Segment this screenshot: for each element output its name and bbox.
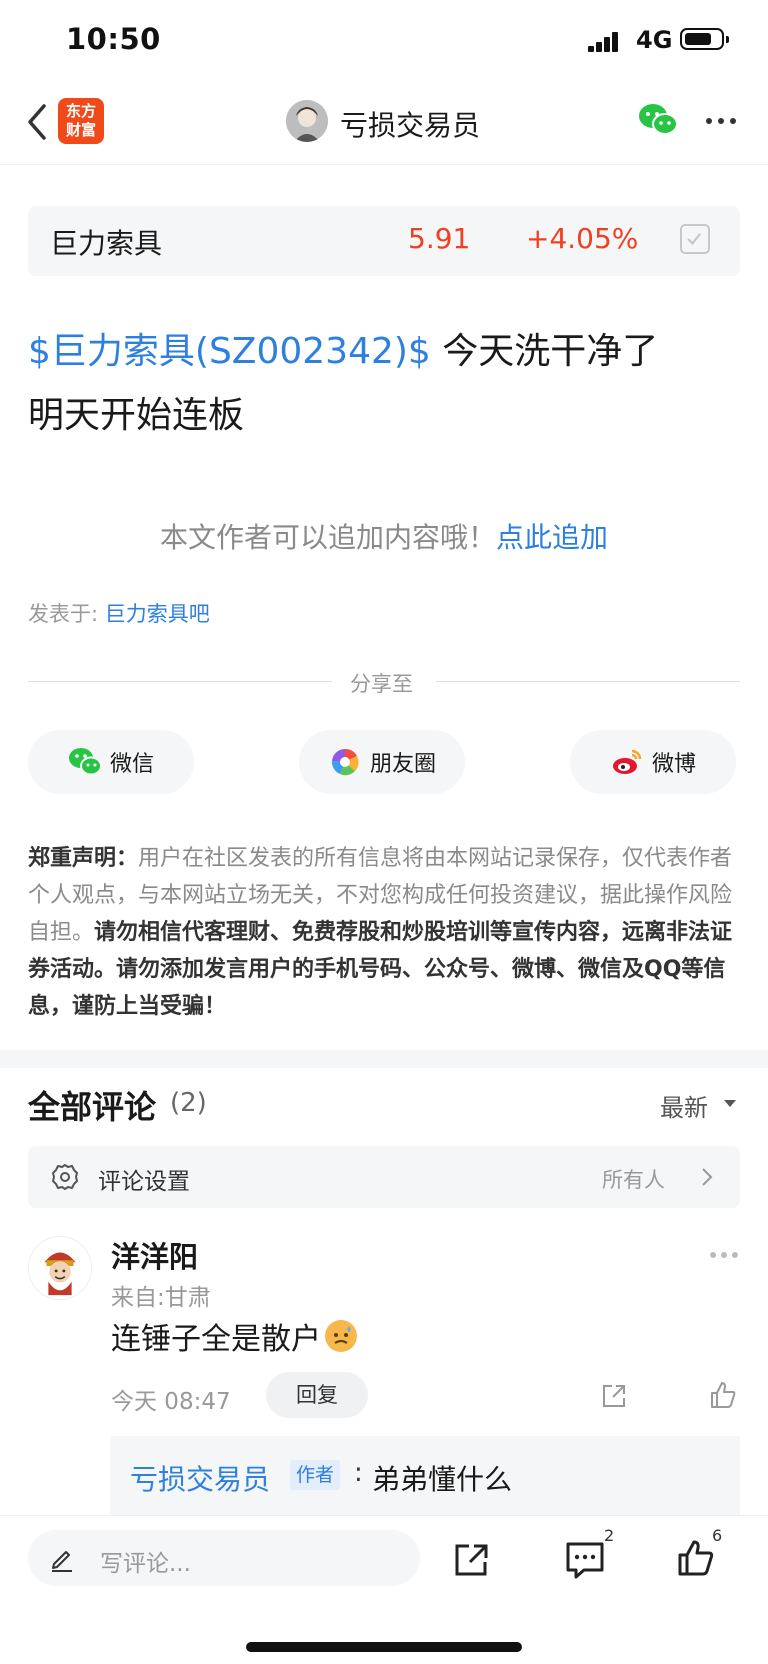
forum-link[interactable]: 巨力索具吧 xyxy=(105,602,210,626)
nav-title[interactable]: 亏损交易员 xyxy=(340,104,480,144)
watchlist-checkbox-icon[interactable] xyxy=(680,224,710,254)
thumbs-up-icon[interactable] xyxy=(676,1538,716,1578)
posted-in: 发表于: 巨力索具吧 xyxy=(28,598,210,628)
chevron-right-icon xyxy=(702,1168,713,1186)
battery-icon xyxy=(680,28,729,50)
gear-icon xyxy=(52,1164,78,1190)
comment-more-icon[interactable] xyxy=(710,1252,740,1260)
reply-author[interactable]: 亏损交易员 xyxy=(130,1458,270,1498)
network-type: 4G xyxy=(636,26,673,54)
reply-box: 亏损交易员 作者 : 弟弟懂什么 xyxy=(110,1436,740,1516)
stock-price: 5.91 xyxy=(408,222,471,255)
disclaimer-warning: 请勿相信代客理财、免费荐股和炒股培训等宣传内容，远离非法证券活动。请勿添加发言用… xyxy=(28,920,733,1019)
comment-text: 连锤子全是散户 xyxy=(111,1314,357,1358)
share-label: 分享至 xyxy=(350,672,413,696)
reply-text: 弟弟懂什么 xyxy=(372,1463,513,1496)
comment-count-badge: 2 xyxy=(604,1526,615,1545)
commenter-name[interactable]: 洋洋阳 xyxy=(111,1234,198,1276)
commenter-location: 来自:甘肃 xyxy=(111,1285,211,1311)
pen-icon xyxy=(52,1551,72,1572)
post-text-line1: 今天洗干净了 xyxy=(430,331,659,372)
post-text-line2: 明天开始连板 xyxy=(28,395,245,436)
author-avatar[interactable] xyxy=(286,100,328,142)
comments-count: (2) xyxy=(170,1088,207,1118)
logo-text-top: 东方 xyxy=(65,102,96,120)
bottom-bar: 写评论... 2 6 xyxy=(0,1515,768,1664)
share-icon[interactable] xyxy=(600,1382,628,1410)
stock-change: +4.05% xyxy=(526,222,639,255)
reply-colon: : xyxy=(354,1458,363,1488)
app-logo[interactable]: 东方 财富 xyxy=(58,98,104,144)
comment-time: 今天 08:47 xyxy=(111,1389,231,1415)
thumbs-up-icon[interactable] xyxy=(708,1380,738,1410)
post-content: $巨力索具(SZ002342)$ 今天洗干净了 明天开始连板 xyxy=(28,320,738,448)
posted-in-label: 发表于: xyxy=(28,602,105,626)
sweat-emoji-icon xyxy=(325,1320,357,1352)
sort-dropdown[interactable]: 最新 xyxy=(660,1088,708,1123)
share-icon[interactable] xyxy=(452,1540,492,1580)
share-moments-button[interactable]: 朋友圈 xyxy=(299,730,465,794)
append-prompt-text: 本文作者可以追加内容哦！ xyxy=(159,521,496,554)
caret-down-icon[interactable] xyxy=(724,1100,736,1107)
share-wechat-label: 微信 xyxy=(109,752,154,777)
share-weibo-label: 微博 xyxy=(651,752,696,777)
signal-icon xyxy=(588,30,624,52)
divider xyxy=(28,681,332,682)
reply-button[interactable]: 回复 xyxy=(266,1372,368,1418)
wechat-icon xyxy=(68,748,102,776)
comment-input-placeholder: 写评论... xyxy=(100,1551,191,1577)
disclaimer: 郑重声明：用户在社区发表的所有信息将由本网站记录保存，仅代表作者个人观点，与本网… xyxy=(28,840,740,1025)
stock-card[interactable]: 巨力索具 5.91 +4.05% xyxy=(28,206,740,276)
comments-title: 全部评论 xyxy=(28,1088,157,1126)
append-prompt: 本文作者可以追加内容哦！点此追加 xyxy=(0,516,768,556)
share-moments-label: 朋友圈 xyxy=(369,752,436,777)
share-wechat-button[interactable]: 微信 xyxy=(28,730,194,794)
weibo-icon xyxy=(612,749,642,774)
share-weibo-button[interactable]: 微博 xyxy=(570,730,736,794)
logo-text-bottom: 财富 xyxy=(65,121,96,139)
back-icon[interactable] xyxy=(24,102,50,142)
comment-input[interactable]: 写评论... xyxy=(28,1530,420,1586)
comment-text-content: 连锤子全是散户 xyxy=(111,1322,321,1357)
wechat-share-icon[interactable] xyxy=(638,102,678,138)
moments-icon xyxy=(331,748,359,776)
commenter-avatar[interactable] xyxy=(28,1236,92,1300)
comment-settings-row[interactable]: 评论设置 所有人 xyxy=(28,1146,740,1208)
more-icon[interactable] xyxy=(706,118,738,126)
comment-settings-value: 所有人 xyxy=(602,1168,665,1192)
nav-bar: 东方 财富 亏损交易员 xyxy=(0,80,768,165)
home-indicator xyxy=(246,1642,522,1652)
append-link[interactable]: 点此追加 xyxy=(496,521,608,554)
like-count-badge: 6 xyxy=(712,1526,723,1545)
section-separator xyxy=(0,1050,768,1068)
divider xyxy=(436,681,740,682)
comment-settings-label: 评论设置 xyxy=(98,1169,190,1195)
stock-name: 巨力索具 xyxy=(50,227,163,260)
disclaimer-title: 郑重声明： xyxy=(28,846,139,871)
comment-icon[interactable] xyxy=(564,1540,606,1580)
author-badge: 作者 xyxy=(290,1460,341,1490)
stock-tag-link[interactable]: $巨力索具(SZ002342)$ xyxy=(28,331,431,372)
status-time: 10:50 xyxy=(66,22,161,56)
